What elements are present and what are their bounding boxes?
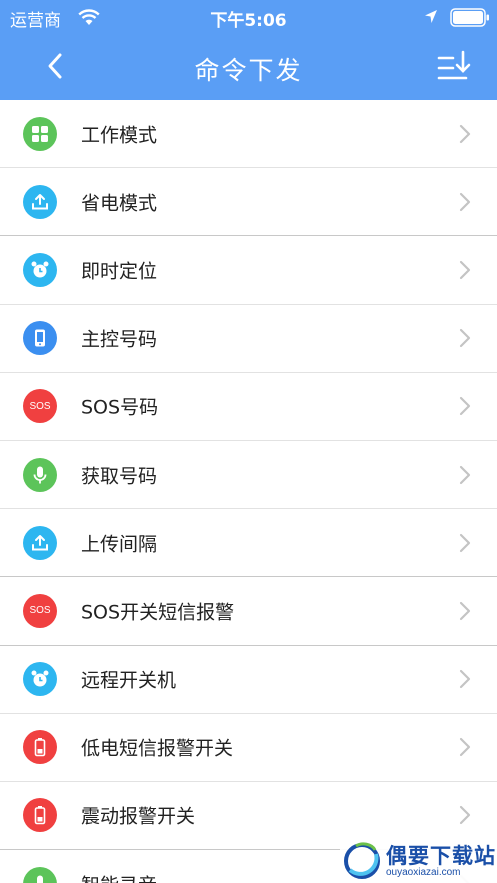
list-item-label: SOS号码: [81, 396, 159, 419]
chevron-right-icon: [459, 192, 471, 211]
list-item[interactable]: 获取号码: [0, 440, 497, 510]
chevron-right-icon: [459, 329, 471, 348]
list-item[interactable]: 上传间隔: [0, 509, 497, 578]
list-item[interactable]: 远程开关机: [0, 645, 497, 714]
sos-icon: SOS: [23, 389, 57, 424]
list-item-label: 震动报警开关: [81, 805, 196, 828]
clock: 下午5:06: [210, 11, 287, 31]
list-item[interactable]: 省电模式: [0, 168, 497, 237]
list-item-label: 即时定位: [81, 260, 158, 283]
list-item-label: 上传间隔: [81, 533, 158, 556]
chevron-right-icon: [459, 738, 471, 757]
list-item-label: 智能录音: [81, 870, 157, 883]
alarm-clock-icon: [23, 662, 57, 697]
chevron-right-icon: [459, 260, 471, 280]
battery-low-icon: [23, 798, 57, 833]
page-title: 命令下发: [194, 56, 303, 85]
alarm-clock-icon: [23, 252, 57, 287]
chevron-right-icon: [459, 533, 471, 552]
list-item[interactable]: 工作模式: [0, 100, 497, 169]
microphone-icon: [23, 866, 57, 883]
upload-tray-icon: [23, 525, 57, 560]
list-item-label: 省电模式: [81, 192, 158, 215]
mobile-phone-icon: [23, 321, 57, 356]
grid-apps-icon: [23, 116, 57, 151]
battery-low-icon: [23, 730, 57, 765]
list-item[interactable]: 低电短信报警开关: [0, 713, 497, 782]
site-logo-icon: [344, 842, 380, 879]
sos-icon-text: SOS: [29, 400, 51, 412]
battery-icon: [450, 8, 489, 27]
status-bar: 运营商 下午5:06: [0, 0, 497, 34]
list-item[interactable]: 主控号码: [0, 304, 497, 373]
sos-icon: SOS: [23, 593, 57, 628]
sort-download-icon[interactable]: [436, 48, 474, 86]
list-item[interactable]: 即时定位: [0, 236, 497, 305]
chevron-right-icon: [459, 465, 471, 484]
microphone-icon: [23, 457, 57, 492]
list-item-label: 远程开关机: [81, 669, 177, 692]
chevron-right-icon: [459, 601, 471, 621]
nav-bar: 命令下发: [0, 34, 497, 100]
list-item[interactable]: SOS SOS号码: [0, 372, 497, 441]
chevron-right-icon: [459, 806, 471, 825]
watermark: 偶要下载站 ouyaoxiazai.com: [340, 838, 497, 883]
command-list: 工作模式省电模式即时定位主控号码 SOS SOS号码获取号码上传间隔 SOS SOS开关…: [0, 100, 497, 883]
list-item-label: 低电短信报警开关: [81, 737, 234, 760]
list-item[interactable]: SOS SOS开关短信报警: [0, 577, 497, 646]
location-arrow-icon: [425, 10, 437, 23]
chevron-right-icon: [459, 124, 471, 143]
list-item-label: SOS开关短信报警: [81, 601, 235, 624]
chevron-right-icon: [459, 669, 471, 689]
list-item-label: 获取号码: [81, 465, 158, 488]
upload-tray-icon: [23, 184, 57, 219]
list-item-label: 主控号码: [81, 328, 158, 351]
list-item-label: 工作模式: [81, 124, 158, 147]
sos-icon-text: SOS: [29, 605, 51, 617]
watermark-url: ouyaoxiazai.com: [386, 867, 461, 878]
chevron-right-icon: [459, 397, 471, 416]
watermark-title: 偶要下载站: [386, 844, 496, 868]
